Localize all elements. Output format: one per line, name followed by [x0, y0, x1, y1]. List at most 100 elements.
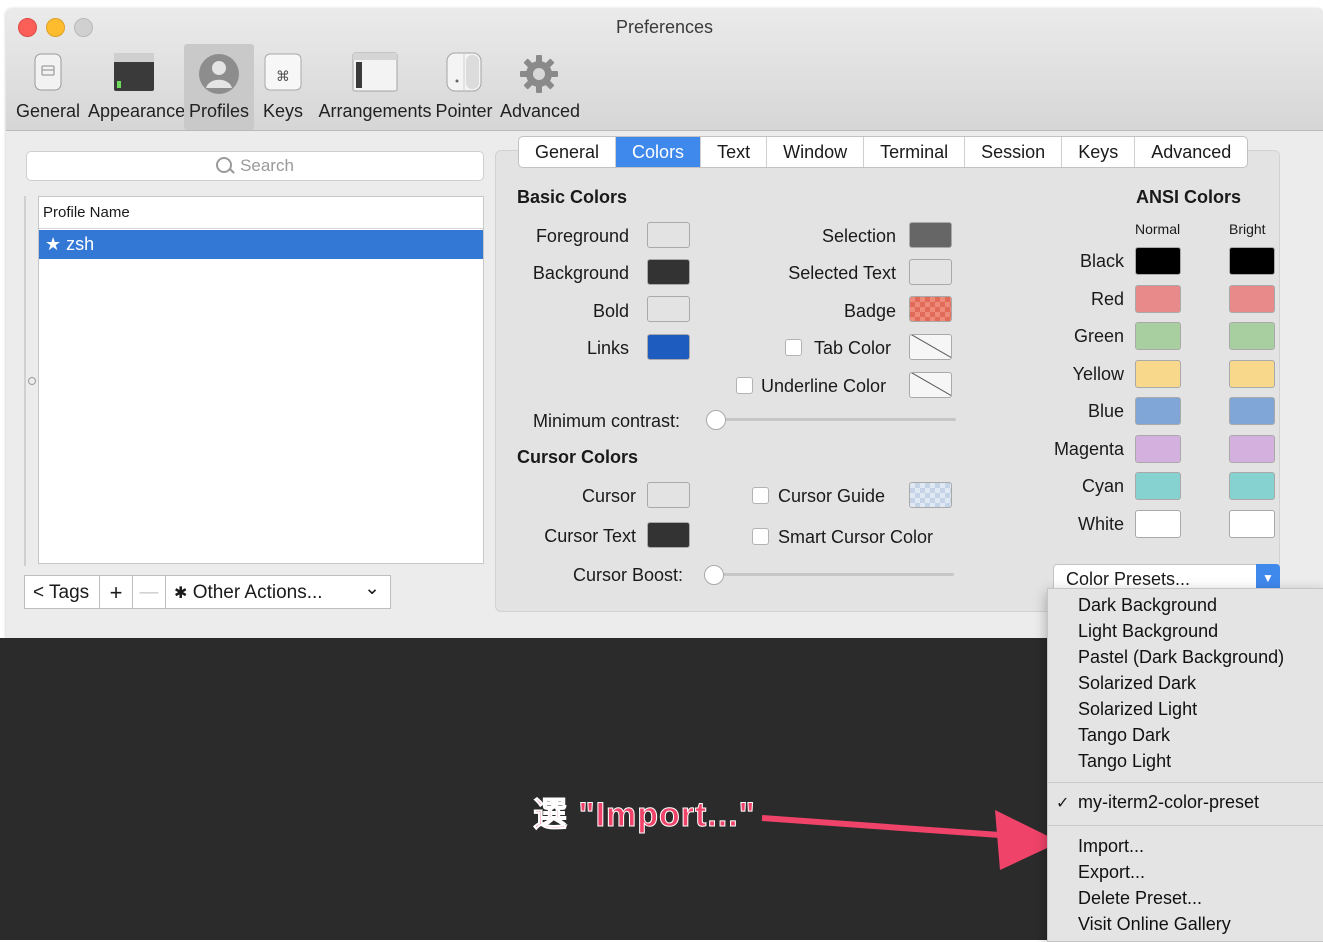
background-color-well[interactable] — [647, 259, 690, 285]
ansi-white-normal-well[interactable] — [1135, 509, 1181, 538]
tags-button[interactable]: < Tags — [24, 575, 100, 609]
cursor-guide-color-well[interactable] — [909, 482, 952, 508]
menu-item-preset[interactable]: Dark Background — [1078, 595, 1217, 616]
tab-keys[interactable]: Keys — [1062, 137, 1136, 167]
ansi-green-bright-well[interactable] — [1229, 322, 1275, 350]
menu-item-delete-preset[interactable]: Delete Preset... — [1078, 888, 1202, 909]
cursor-color-well[interactable] — [647, 482, 690, 508]
ansi-yellow-bright-well[interactable] — [1229, 359, 1275, 388]
menu-item-preset[interactable]: Light Background — [1078, 621, 1218, 642]
settings-tabs: General Colors Text Window Terminal Sess… — [518, 136, 1249, 168]
selected-text-label: Selected Text — [788, 263, 896, 283]
menu-item-preset[interactable]: Pastel (Dark Background) — [1078, 647, 1284, 668]
ansi-green-label: Green — [1073, 326, 1124, 346]
add-profile-button[interactable]: + — [99, 575, 133, 609]
menu-item-import[interactable]: Import... — [1078, 836, 1144, 857]
ansi-magenta-bright-well[interactable] — [1229, 434, 1275, 463]
toolbar-advanced[interactable]: Advanced — [500, 44, 581, 130]
other-actions-dropdown[interactable]: ✱ Other Actions... ⌄ — [165, 575, 391, 609]
appearance-icon — [114, 53, 154, 91]
remove-profile-button[interactable]: — — [132, 575, 166, 609]
ansi-cyan-label: Cyan — [1081, 476, 1124, 496]
toolbar-profiles[interactable]: Profiles — [184, 44, 254, 130]
minimum-contrast-knob[interactable] — [706, 410, 726, 430]
tab-color-checkbox[interactable] — [785, 339, 802, 356]
cursor-boost-slider[interactable] — [708, 573, 954, 576]
ansi-red-label: Red — [1090, 288, 1124, 309]
tab-window[interactable]: Window — [767, 137, 865, 167]
gear-icon: ✱ — [174, 585, 188, 602]
ansi-cyan-bright-well[interactable] — [1229, 472, 1275, 500]
window-title: Preferences — [615, 17, 714, 37]
smart-cursor-color-checkbox[interactable] — [752, 528, 769, 545]
tab-advanced[interactable]: Advanced — [1135, 137, 1247, 167]
split-handle[interactable] — [24, 196, 26, 566]
toolbar-label: Arrangements — [318, 101, 432, 121]
ansi-red-bright-well[interactable] — [1229, 284, 1275, 313]
cursor-text-label: Cursor Text — [544, 526, 636, 546]
ansi-blue-normal-well[interactable] — [1135, 397, 1181, 425]
ansi-red-normal-well[interactable] — [1135, 284, 1181, 313]
cursor-boost-knob[interactable] — [704, 565, 724, 585]
badge-color-well[interactable] — [909, 296, 952, 322]
menu-separator — [1048, 825, 1323, 826]
tab-colors[interactable]: Colors — [616, 137, 702, 167]
tab-general[interactable]: General — [519, 137, 617, 167]
minimum-contrast-slider[interactable] — [710, 418, 956, 421]
selected-text-color-well[interactable] — [909, 259, 952, 285]
menu-item-preset[interactable]: Tango Light — [1078, 751, 1171, 772]
ansi-yellow-normal-well[interactable] — [1135, 359, 1181, 388]
underline-color-well[interactable] — [909, 372, 952, 398]
foreground-label: Foreground — [535, 226, 629, 246]
cursor-boost-label: Cursor Boost: — [573, 565, 684, 585]
smart-cursor-color-label: Smart Cursor Color — [778, 527, 934, 547]
toolbar-pointer[interactable]: Pointer — [434, 44, 494, 130]
tab-text[interactable]: Text — [701, 137, 768, 167]
ansi-blue-label: Blue — [1087, 401, 1124, 421]
ansi-green-normal-well[interactable] — [1135, 322, 1181, 350]
menu-separator — [1048, 782, 1323, 783]
menu-item-preset[interactable]: Tango Dark — [1078, 725, 1170, 746]
tab-color-well[interactable] — [909, 334, 952, 360]
menu-item-export[interactable]: Export... — [1078, 862, 1145, 883]
toolbar-label: Keys — [262, 101, 304, 121]
underline-color-label: Underline Color — [761, 376, 887, 396]
profile-row[interactable]: ★ zsh — [39, 230, 483, 259]
checkmark-icon: ✓ — [1056, 795, 1070, 812]
basic-colors-heading: Basic Colors — [517, 187, 628, 207]
ansi-white-bright-well[interactable] — [1229, 509, 1275, 538]
ansi-cyan-normal-well[interactable] — [1135, 472, 1181, 500]
toolbar-arrangements[interactable]: Arrangements — [314, 44, 436, 130]
cursor-colors-heading: Cursor Colors — [517, 447, 639, 467]
command-key-glyph: ⌘ — [276, 68, 290, 84]
color-presets-menu: Dark Background Light Background Pastel (D… — [1047, 588, 1323, 942]
toolbar-general[interactable]: General — [14, 44, 82, 130]
cursor-guide-checkbox[interactable] — [752, 487, 769, 504]
selection-color-well[interactable] — [909, 222, 952, 248]
toolbar-appearance[interactable]: Appearance — [88, 44, 185, 130]
annotation-arrow-icon — [761, 810, 1060, 870]
badge-label: Badge — [843, 301, 896, 321]
menu-item-preset[interactable]: Solarized Light — [1078, 699, 1197, 720]
ansi-black-normal-well[interactable] — [1135, 247, 1181, 275]
profile-list: Profile Name ★ zsh — [38, 196, 484, 564]
tab-terminal[interactable]: Terminal — [864, 137, 966, 167]
toolbar-label: Advanced — [500, 101, 581, 121]
search-input[interactable]: Search — [26, 151, 484, 181]
cursor-text-color-well[interactable] — [647, 522, 690, 548]
ansi-magenta-normal-well[interactable] — [1135, 434, 1181, 463]
menu-item-visit-online-gallery[interactable]: Visit Online Gallery — [1078, 914, 1231, 935]
menu-item-my-iterm2-color-preset[interactable]: my-iterm2-color-preset — [1078, 792, 1259, 813]
profile-name-column-header[interactable]: Profile Name — [39, 197, 483, 229]
underline-color-checkbox[interactable] — [736, 377, 753, 394]
menu-item-preset[interactable]: Solarized Dark — [1078, 673, 1196, 694]
links-color-well[interactable] — [647, 334, 690, 360]
ansi-blue-bright-well[interactable] — [1229, 397, 1275, 425]
foreground-color-well[interactable] — [647, 222, 690, 248]
ansi-black-bright-well[interactable] — [1229, 247, 1275, 275]
toolbar-label: Profiles — [188, 101, 250, 121]
bold-color-well[interactable] — [647, 296, 690, 322]
toolbar-keys[interactable]: ⌘ Keys — [258, 44, 308, 130]
gear-icon — [520, 55, 558, 93]
tab-session[interactable]: Session — [965, 137, 1063, 167]
